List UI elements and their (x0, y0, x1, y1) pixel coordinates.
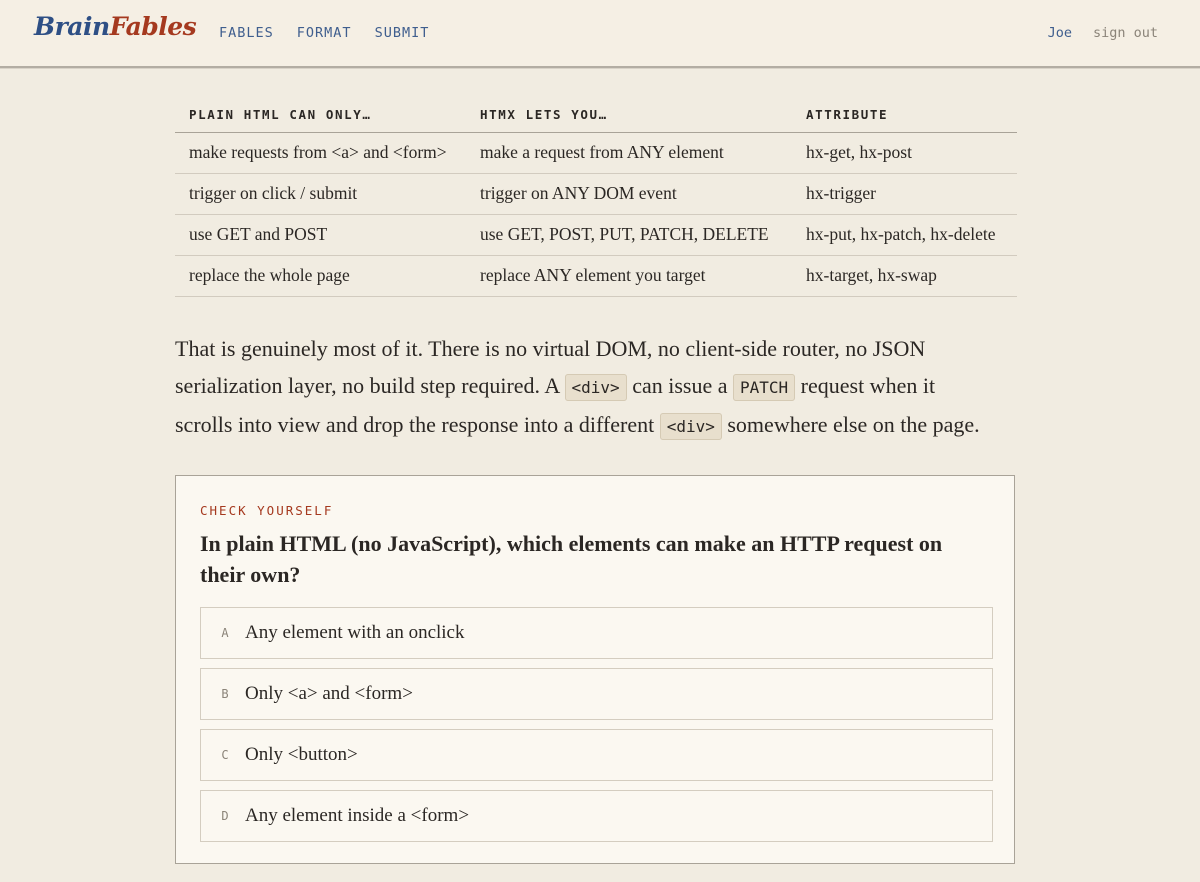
table-cell: replace the whole page (175, 255, 466, 297)
option-text: Any element with an onclick (245, 622, 465, 643)
table-cell: make a request from ANY element (466, 132, 792, 174)
sign-out-link[interactable]: sign out (1093, 25, 1158, 41)
table-cell: hx-trigger (792, 173, 1017, 215)
table-cell: replace ANY element you target (466, 255, 792, 297)
table-cell: hx-put, hx-patch, hx-delete (792, 214, 1017, 256)
check-yourself-quiz: CHECK YOURSELF In plain HTML (no JavaScr… (175, 475, 1015, 864)
table-row: make requests from <a> and <form> make a… (175, 132, 1017, 174)
user-name-link[interactable]: Joe (1048, 25, 1072, 41)
option-letter: B (221, 687, 229, 701)
table-cell: use GET and POST (175, 214, 466, 256)
prose-line: That is genuinely most of it. There is n… (175, 330, 1025, 367)
option-letter: A (221, 626, 229, 640)
option-text: Only <a> and <form> (245, 683, 413, 704)
option-letter: C (221, 748, 229, 762)
table-cell: hx-get, hx-post (792, 132, 1017, 174)
table-row: trigger on click / submit trigger on ANY… (175, 173, 1017, 215)
main-nav: FABLES FORMAT SUBMIT (219, 25, 429, 41)
nav-format-link[interactable]: FORMAT (297, 25, 352, 41)
option-text: Only <button> (245, 744, 358, 765)
inline-code-patch: PATCH (732, 374, 796, 401)
prose-text: can issue a (632, 373, 728, 398)
quiz-question: In plain HTML (no JavaScript), which ele… (200, 531, 943, 587)
prose-text: request when it (800, 373, 936, 398)
prose-text: somewhere else on the page. (727, 412, 980, 437)
prose-text: serialization layer, no build step requi… (175, 373, 560, 398)
option-letter: D (221, 809, 229, 823)
prose-text: That is genuinely most of it. There is n… (175, 336, 926, 361)
column-header-attribute: ATTRIBUTE (792, 96, 1017, 133)
prose-line: serialization layer, no build step requi… (175, 367, 1025, 406)
brainfables-logo[interactable]: BrainFables (34, 12, 197, 41)
column-header-plain-html: PLAIN HTML CAN ONLY… (175, 96, 466, 133)
table-cell: make requests from <a> and <form> (175, 132, 466, 174)
table-header-row: PLAIN HTML CAN ONLY… HTMX LETS YOU… ATTR… (175, 96, 1017, 133)
user-menu: Joe sign out (1048, 25, 1158, 41)
table-cell: use GET, POST, PUT, PATCH, DELETE (466, 214, 792, 256)
prose-text: scrolls into view and drop the response … (175, 412, 655, 437)
inline-code-div: <div> (659, 413, 722, 440)
table-row: replace the whole page replace ANY eleme… (175, 255, 1017, 297)
table-cell: trigger on ANY DOM event (466, 173, 792, 215)
quiz-option-c[interactable]: C Only <button> (200, 729, 993, 781)
column-header-htmx: HTMX LETS YOU… (466, 96, 792, 133)
quiz-option-b[interactable]: B Only <a> and <form> (200, 668, 993, 720)
table-row: use GET and POST use GET, POST, PUT, PAT… (175, 214, 1017, 256)
top-bar: BrainFables FABLES FORMAT SUBMIT Joe sig… (0, 0, 1200, 68)
logo-part-brain: Brain (34, 12, 110, 41)
comparison-table: PLAIN HTML CAN ONLY… HTMX LETS YOU… ATTR… (175, 96, 1017, 297)
logo-part-fables: Fables (109, 12, 197, 41)
nav-submit-link[interactable]: SUBMIT (375, 25, 430, 41)
quiz-option-a[interactable]: A Any element with an onclick (200, 607, 993, 659)
table-cell: trigger on click / submit (175, 173, 466, 215)
prose-line: scrolls into view and drop the response … (175, 406, 1025, 445)
quiz-eyebrow: CHECK YOURSELF (200, 503, 334, 518)
table-cell: hx-target, hx-swap (792, 255, 1017, 297)
explanation-paragraph: That is genuinely most of it. There is n… (175, 330, 1025, 445)
quiz-options: A Any element with an onclick B Only <a>… (200, 607, 993, 851)
quiz-option-d[interactable]: D Any element inside a <form> (200, 790, 993, 842)
inline-code-div: <div> (564, 374, 627, 401)
option-text: Any element inside a <form> (245, 805, 470, 826)
nav-fables-link[interactable]: FABLES (219, 25, 274, 41)
